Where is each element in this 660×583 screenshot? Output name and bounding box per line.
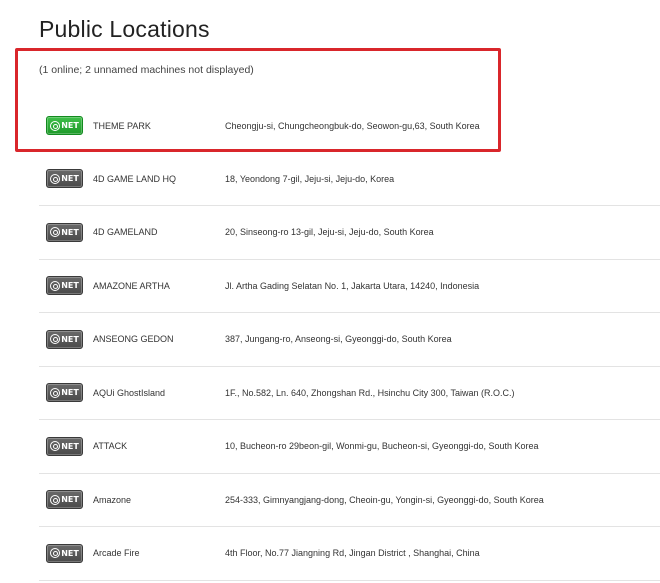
- location-address: 10, Bucheon-ro 29beon-gil, Wonmi-gu, Buc…: [225, 441, 539, 452]
- network-status-icon: NET: [46, 329, 83, 349]
- location-name[interactable]: AMAZONE ARTHA: [93, 281, 225, 291]
- location-row[interactable]: NET ANSEONG GEDON 387, Jungang-ro, Anseo…: [39, 313, 660, 367]
- online-summary: (1 online; 2 unnamed machines not displa…: [39, 64, 254, 76]
- location-row[interactable]: NET AQUi GhostIsland 1F., No.582, Ln. 64…: [39, 367, 660, 420]
- network-status-icon: NET: [46, 490, 83, 510]
- network-status-icon: NET: [46, 436, 83, 456]
- network-status-icon: NET: [46, 543, 83, 563]
- page-title: Public Locations: [39, 16, 210, 42]
- location-row[interactable]: NET AMAZONE ARTHA Jl. Artha Gading Selat…: [39, 260, 660, 313]
- network-status-icon: NET: [46, 169, 83, 189]
- network-status-icon: NET: [46, 222, 83, 242]
- location-name[interactable]: THEME PARK: [93, 121, 225, 131]
- location-address: 387, Jungang-ro, Anseong-si, Gyeonggi-do…: [225, 334, 452, 345]
- location-address: 254-333, Gimnyangjang-dong, Cheoin-gu, Y…: [225, 494, 544, 505]
- location-row[interactable]: NET ATTACK 10, Bucheon-ro 29beon-gil, Wo…: [39, 420, 660, 474]
- location-name[interactable]: AQUi GhostIsland: [93, 388, 225, 398]
- location-name[interactable]: ANSEONG GEDON: [93, 334, 225, 344]
- location-row[interactable]: NET 4D GAMELAND 20, Sinseong-ro 13-gil, …: [39, 206, 660, 260]
- location-address: 1F., No.582, Ln. 640, Zhongshan Rd., Hsi…: [225, 387, 515, 398]
- network-status-icon: NET: [46, 116, 83, 136]
- location-name[interactable]: ATTACK: [93, 441, 225, 451]
- location-address: 4th Floor, No.77 Jiangning Rd, Jingan Di…: [225, 548, 480, 559]
- network-status-icon: NET: [46, 383, 83, 403]
- location-name[interactable]: 4D GAME LAND HQ: [93, 174, 225, 184]
- location-address: 20, Sinseong-ro 13-gil, Jeju-si, Jeju-do…: [225, 227, 434, 238]
- location-name[interactable]: 4D GAMELAND: [93, 227, 225, 237]
- location-address: Jl. Artha Gading Selatan No. 1, Jakarta …: [225, 280, 480, 291]
- location-list: NET THEME PARK Cheongju-si, Chungcheongb…: [39, 99, 660, 581]
- location-name[interactable]: Amazone: [93, 495, 225, 505]
- location-row[interactable]: NET Amazone 254-333, Gimnyangjang-dong, …: [39, 474, 660, 527]
- location-row[interactable]: NET THEME PARK Cheongju-si, Chungcheongb…: [39, 99, 660, 153]
- location-address: 18, Yeondong 7-gil, Jeju-si, Jeju-do, Ko…: [225, 173, 395, 184]
- location-row[interactable]: NET 4D GAME LAND HQ 18, Yeondong 7-gil, …: [39, 153, 660, 206]
- location-row[interactable]: NET Arcade Fire 4th Floor, No.77 Jiangni…: [39, 527, 660, 581]
- location-address: Cheongju-si, Chungcheongbuk-do, Seowon-g…: [225, 120, 480, 131]
- location-name[interactable]: Arcade Fire: [93, 548, 225, 558]
- network-status-icon: NET: [46, 276, 83, 296]
